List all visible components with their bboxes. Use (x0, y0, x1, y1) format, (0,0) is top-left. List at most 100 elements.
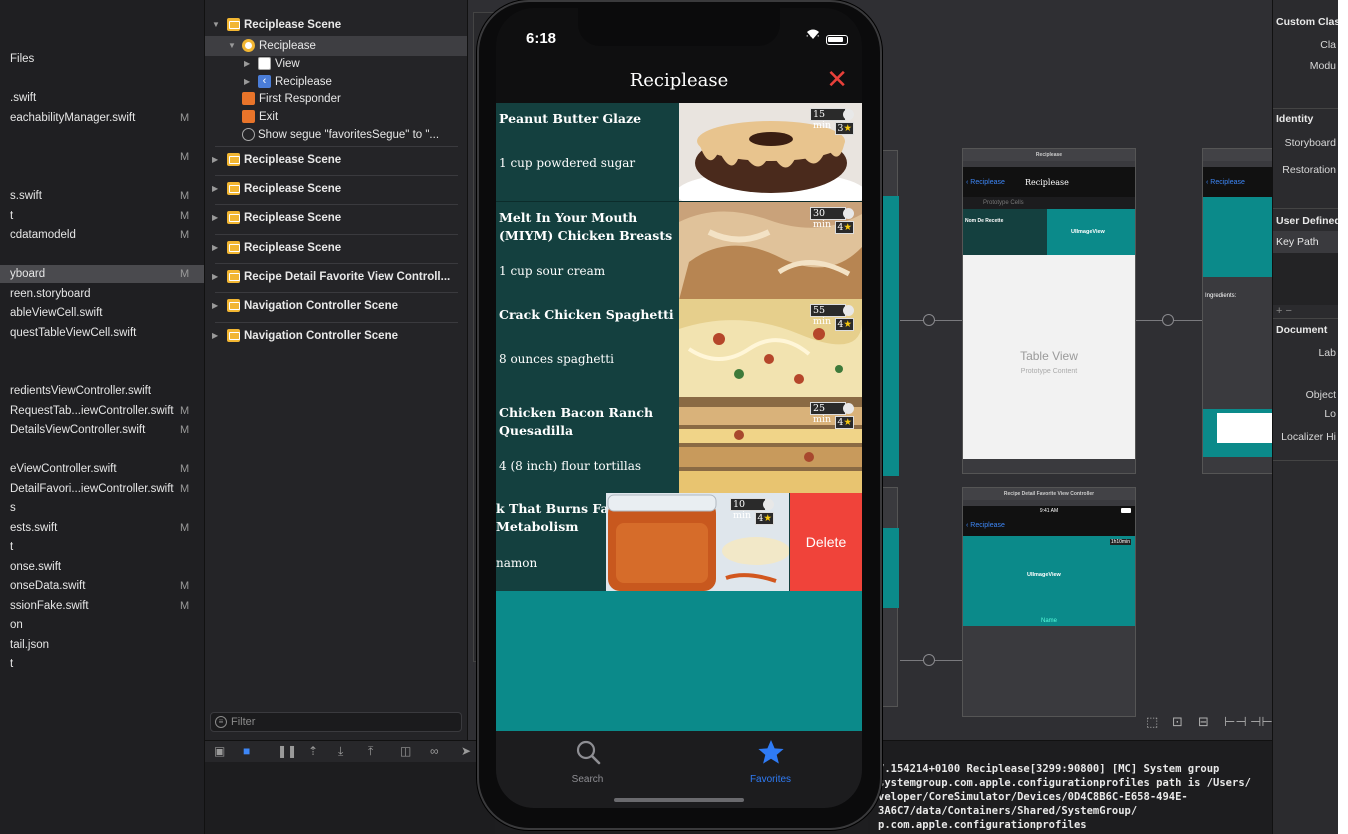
resolve-issues-icon[interactable]: ⊣⊢ (1250, 714, 1273, 730)
pause-icon[interactable]: ❚❚ (277, 744, 297, 758)
navigator-file-item[interactable]: DetailsViewController.swift M (0, 421, 204, 439)
navigator-file-item[interactable]: yboard M (0, 265, 204, 283)
navigator-file-item[interactable]: cdatamodeld M (0, 226, 204, 244)
tab-search[interactable]: Search (496, 739, 679, 785)
ingredients-label: Ingredients: (1205, 293, 1237, 299)
navigator-file-item[interactable]: Files (0, 50, 204, 68)
navigator-file-item[interactable]: t (0, 655, 204, 673)
navigator-file-item[interactable]: .swift (0, 89, 204, 107)
disclosure-closed-icon[interactable]: ▶ (212, 150, 218, 170)
outline-scene-row[interactable]: ▶ Reciplease Scene (205, 238, 467, 258)
outline-item-segue[interactable]: Show segue "favoritesSegue" to "... (205, 125, 467, 145)
disclosure-closed-icon[interactable]: ▶ (244, 54, 250, 74)
outline-scene-row[interactable]: ▶ Recipe Detail Favorite View Controll... (205, 267, 467, 287)
battery-icon (826, 35, 848, 45)
outline-scene-label: Reciplease Scene (244, 183, 342, 195)
outline-item-view[interactable]: ▶ View (205, 54, 467, 74)
navigator-file-item[interactable]: on (0, 616, 204, 634)
navigator-file-item[interactable]: questTableViewCell.swift (0, 324, 204, 342)
file-name: cdatamodeld (10, 229, 76, 241)
step-in-icon[interactable]: ⤓ (338, 744, 343, 759)
outline-scene-row[interactable]: ▶ Reciplease Scene (205, 208, 467, 228)
update-frames-icon[interactable]: ⬚ (1146, 714, 1158, 730)
recipe-title: Peanut Butter Glaze (499, 111, 642, 126)
pin-icon[interactable]: ⊢⊣ (1224, 714, 1247, 730)
storyboard-scene-detail-favorite[interactable]: Recipe Detail Favorite View Controller 9… (962, 487, 1136, 717)
storyboard-scene-detail[interactable]: ‹ Reciplease Ingredients: (1202, 148, 1272, 474)
disclosure-open-icon[interactable]: ▼ (212, 15, 220, 35)
debug-console[interactable]: 7.154214+0100 Reciplease[3299:90800] [MC… (868, 740, 1272, 834)
delete-button[interactable]: Delete (790, 493, 862, 591)
navigator-file-item[interactable]: eachabilityManager.swift M (0, 109, 204, 127)
navigator-file-item[interactable]: ableViewCell.swift (0, 304, 204, 322)
segue-connector-icon[interactable] (923, 314, 935, 326)
recipe-time: 10 min (730, 498, 766, 521)
add-remove-icon[interactable]: + − (1276, 305, 1292, 317)
table-row[interactable]: Crack Chicken Spaghetti 8 ounces spaghet… (496, 299, 862, 397)
close-icon[interactable]: ✕ (826, 66, 848, 92)
disclosure-closed-icon[interactable]: ▶ (212, 238, 218, 258)
tab-favorites[interactable]: Favorites (679, 739, 862, 785)
disclosure-closed-icon[interactable]: ▶ (212, 179, 218, 199)
navigator-file-item[interactable]: tail.json (0, 636, 204, 654)
table-row[interactable]: Chicken Bacon Ranch Quesadilla 4 (8 inch… (496, 397, 862, 495)
detail-image-label: UIImageView (1027, 572, 1061, 578)
outline-scene-row[interactable]: ▶ Navigation Controller Scene (205, 296, 467, 316)
outline-item-label: Exit (259, 111, 279, 123)
hide-debug-area-icon[interactable]: ▣ (214, 744, 225, 758)
disclosure-closed-icon[interactable]: ▶ (212, 326, 218, 346)
attributes-table[interactable] (1273, 253, 1338, 305)
table-row[interactable]: Melt In Your Mouth (MIYM) Chicken Breast… (496, 202, 862, 300)
navigator-file-item[interactable]: onse.swift (0, 558, 204, 576)
navigator-file-item[interactable]: s.swift M (0, 187, 204, 205)
outline-scene-row[interactable]: ▶ Reciplease Scene (205, 179, 467, 199)
outline-item-first-responder[interactable]: First Responder (205, 89, 467, 109)
align-icon[interactable]: ⊟ (1198, 714, 1209, 730)
outline-item-exit[interactable]: Exit (205, 107, 467, 127)
tab-label: Favorites (749, 774, 792, 785)
location-icon[interactable]: ➤ (461, 744, 471, 758)
outline-root-scene[interactable]: ▼ Reciplease Scene (205, 15, 467, 35)
storyboard-id-label: Storyboard (1284, 137, 1336, 149)
navigator-file-item[interactable]: RequestTab...iewController.swift M (0, 402, 204, 420)
disclosure-closed-icon[interactable]: ▶ (212, 267, 218, 287)
storyboard-scene-reciplease[interactable]: Reciplease ‹ Reciplease Reciplease Proto… (962, 148, 1136, 474)
breakpoints-toggle-icon[interactable]: ■ (243, 744, 250, 758)
recipe-rating: 4★ (755, 512, 774, 525)
key-path-column[interactable]: Key Path (1273, 231, 1338, 253)
navigator-file-item[interactable]: onseData.swift M (0, 577, 204, 595)
disclosure-open-icon[interactable]: ▼ (228, 36, 236, 56)
view-hierarchy-icon[interactable]: ◫ (400, 744, 411, 758)
segue-connector-icon[interactable] (1162, 314, 1174, 326)
navigator-file-item[interactable]: ests.swift M (0, 519, 204, 537)
wifi-icon (806, 27, 819, 39)
disclosure-closed-icon[interactable]: ▶ (212, 208, 218, 228)
disclosure-closed-icon[interactable]: ▶ (212, 296, 218, 316)
navigator-file-item[interactable]: s (0, 499, 204, 517)
outline-separator (215, 263, 458, 264)
file-name: .swift (10, 92, 37, 104)
scene-nav-bar: ‹ Reciplease (1203, 167, 1272, 197)
navigator-file-item[interactable]: ssionFake.swift M (0, 597, 204, 615)
navigator-file-item[interactable]: reen.storyboard (0, 285, 204, 303)
memory-graph-icon[interactable]: ∞ (430, 744, 439, 758)
embed-in-icon[interactable]: ⊡ (1172, 714, 1183, 730)
outline-filter-field[interactable]: ≡ Filter (210, 712, 462, 732)
outline-scene-row[interactable]: ▶ Navigation Controller Scene (205, 326, 467, 346)
outline-vc-reciplease[interactable]: ▼ Reciplease (205, 36, 467, 56)
file-name: ssionFake.swift (10, 600, 89, 612)
navigator-file-item[interactable]: M (0, 148, 204, 166)
navigator-file-item[interactable]: DetailFavori...iewController.swift M (0, 480, 204, 498)
step-over-icon[interactable]: ⇡ (308, 744, 318, 758)
outline-scene-row[interactable]: ▶ Reciplease Scene (205, 150, 467, 170)
table-row-swiped[interactable]: k That Burns Fat The Metabolism namon 10… (496, 493, 790, 591)
navigator-file-item[interactable]: t (0, 538, 204, 556)
iphone-screen[interactable]: 6:18 ···· Reciplease ✕ Peanut Butter Gla… (496, 8, 862, 808)
navigator-file-item[interactable]: tM (0, 207, 204, 225)
step-out-icon[interactable]: ⤒ (368, 744, 373, 759)
navigator-file-item[interactable]: eViewController.swift M (0, 460, 204, 478)
table-row[interactable]: Peanut Butter Glaze 1 cup powdered sugar… (496, 103, 862, 201)
segue-connector-icon[interactable] (923, 654, 935, 666)
navigator-file-item[interactable]: redientsViewController.swift (0, 382, 204, 400)
file-name: t (10, 658, 14, 670)
